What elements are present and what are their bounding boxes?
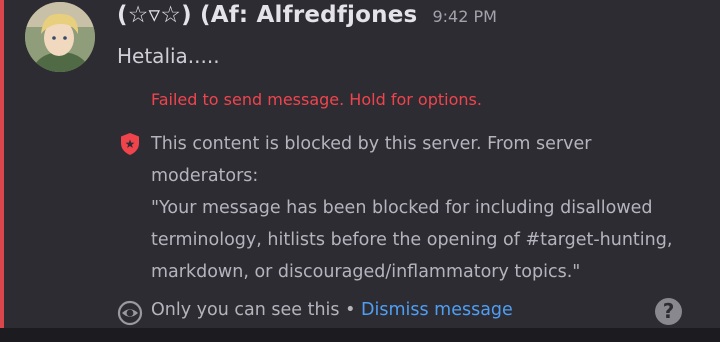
blocked-content-notice: This content is blocked by this server. … bbox=[151, 128, 711, 288]
eye-icon bbox=[117, 300, 143, 326]
avatar[interactable] bbox=[25, 2, 95, 72]
message-header: (☆▿☆) (Af: Alfredfjones 9:42 PM bbox=[117, 2, 497, 28]
bottom-bar bbox=[0, 328, 720, 342]
username[interactable]: (☆▿☆) (Af: Alfredfjones bbox=[117, 2, 417, 28]
blocked-line: terminology, hitlists before the opening… bbox=[151, 230, 673, 250]
blocked-line: markdown, or discouraged/inflammatory to… bbox=[151, 262, 581, 282]
shield-star-icon bbox=[121, 133, 139, 155]
message-content: Hetalia..... bbox=[117, 44, 220, 68]
ephemeral-notice: Only you can see this • Dismiss message bbox=[151, 300, 513, 320]
blocked-line: "Your message has been blocked for inclu… bbox=[151, 198, 653, 218]
question-circle-icon[interactable]: ? bbox=[655, 298, 682, 325]
dismiss-message-link[interactable]: Dismiss message bbox=[361, 300, 513, 320]
avatar-image bbox=[25, 2, 95, 72]
blocked-line: This content is blocked by this server. … bbox=[151, 134, 592, 154]
separator: • bbox=[345, 300, 356, 320]
ephemeral-label: Only you can see this bbox=[151, 300, 340, 320]
message-row[interactable]: (☆▿☆) (Af: Alfredfjones 9:42 PM Hetalia.… bbox=[0, 0, 720, 328]
failed-to-send-notice[interactable]: Failed to send message. Hold for options… bbox=[151, 90, 482, 109]
timestamp[interactable]: 9:42 PM bbox=[432, 7, 496, 26]
blocked-line: moderators: bbox=[151, 166, 259, 186]
